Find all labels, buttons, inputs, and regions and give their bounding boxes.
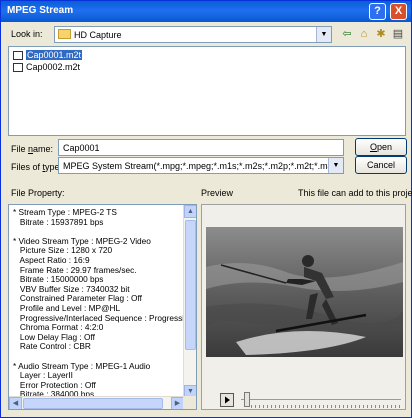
file-property-label: File Property:	[11, 188, 65, 198]
status-text: This file can add to this project.	[298, 188, 412, 198]
seek-slider[interactable]	[244, 392, 250, 407]
cancel-button[interactable]: Cancel	[355, 156, 407, 174]
file-list[interactable]: Cap0001.m2t Cap0002.m2t	[8, 46, 406, 136]
open-button[interactable]: Open	[355, 138, 407, 156]
window-title: MPEG Stream	[7, 5, 74, 16]
file-type-value: MPEG System Stream(*.mpg;*.mpeg;*.m1s;*.…	[63, 161, 341, 171]
file-icon	[13, 51, 23, 60]
scroll-thumb[interactable]	[23, 398, 163, 409]
file-name-label: File name:	[11, 144, 53, 154]
file-property-text: * Stream Type : MPEG-2 TS Bitrate : 1593…	[13, 207, 193, 408]
dialog-window: MPEG Stream ? X Look in: HD Capture ▼ ⇦ …	[0, 0, 412, 418]
preview-panel	[201, 204, 406, 410]
up-folder-icon[interactable]: ⌂	[356, 26, 372, 42]
file-item-label: Cap0002.m2t	[26, 62, 81, 72]
scroll-left-icon[interactable]: ◀	[9, 397, 22, 409]
play-icon[interactable]	[220, 393, 234, 407]
views-menu-icon[interactable]: ▤	[390, 26, 406, 42]
label-part: File	[11, 144, 29, 154]
chevron-down-icon[interactable]: ▼	[328, 158, 343, 173]
seek-track[interactable]	[241, 399, 401, 401]
preview-label: Preview	[201, 188, 234, 198]
label-part: pen	[376, 142, 393, 152]
file-type-dropdown[interactable]: MPEG System Stream(*.mpg;*.mpeg;*.m1s;*.…	[58, 157, 344, 174]
file-name-input[interactable]: Cap0001	[58, 139, 344, 156]
file-type-label: Files of type:	[11, 162, 62, 172]
folder-icon	[58, 29, 71, 39]
file-icon	[13, 63, 23, 72]
look-in-value: HD Capture	[74, 30, 122, 40]
label-part: ame:	[33, 144, 54, 154]
chevron-down-icon[interactable]: ▼	[316, 27, 331, 42]
new-folder-icon[interactable]: ✱	[373, 26, 389, 42]
seek-ticks	[251, 405, 401, 408]
scroll-up-icon[interactable]: ▲	[184, 205, 196, 218]
label-part: O	[369, 142, 377, 152]
file-item-label: Cap0001.m2t	[26, 50, 83, 60]
scroll-thumb[interactable]	[185, 220, 196, 350]
vertical-scrollbar[interactable]: ▲ ▼	[183, 205, 196, 398]
file-item[interactable]: Cap0002.m2t	[12, 62, 80, 73]
help-button[interactable]: ?	[369, 3, 386, 20]
file-item[interactable]: Cap0001.m2t	[12, 50, 83, 61]
look-in-label: Look in:	[11, 29, 43, 39]
scroll-corner	[183, 396, 196, 409]
water-ski-frame-image	[206, 227, 403, 357]
horizontal-scrollbar[interactable]: ◀ ▶	[9, 396, 184, 409]
label-part: Files of	[11, 162, 43, 172]
back-icon[interactable]: ⇦	[339, 26, 355, 42]
look-in-dropdown[interactable]: HD Capture ▼	[54, 26, 332, 43]
title-bar[interactable]: MPEG Stream ? X	[1, 1, 411, 22]
video-frame	[206, 227, 403, 357]
file-property-box[interactable]: * Stream Type : MPEG-2 TS Bitrate : 1593…	[8, 204, 197, 410]
close-button[interactable]: X	[390, 3, 407, 20]
